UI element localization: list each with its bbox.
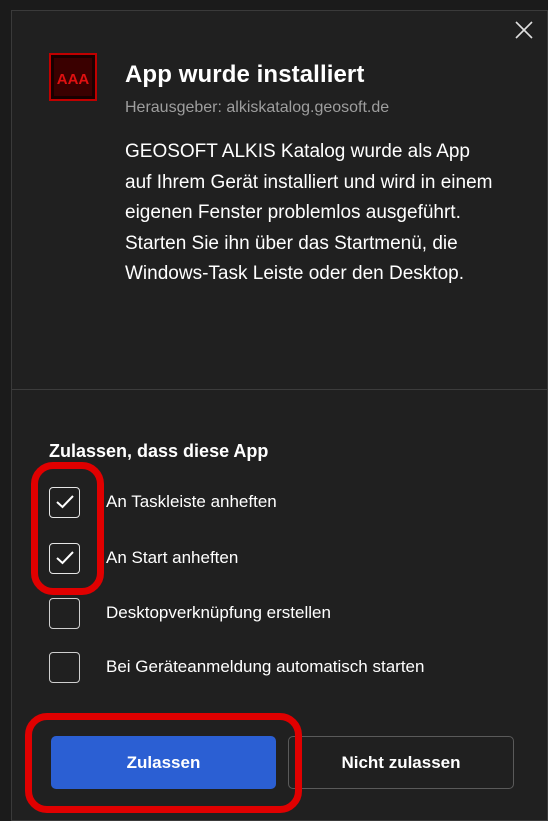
pin-start-checkbox[interactable] bbox=[49, 542, 80, 574]
auto-start-checkbox[interactable] bbox=[49, 651, 80, 683]
checkmark-icon bbox=[55, 551, 74, 565]
option-desktop-shortcut[interactable]: Desktopverknüpfung erstellen bbox=[49, 596, 331, 630]
deny-button[interactable]: Nicht zulassen bbox=[288, 736, 514, 789]
install-description: GEOSOFT ALKIS Katalog wurde als App auf … bbox=[125, 141, 493, 284]
checkmark-icon bbox=[55, 495, 74, 509]
pin-taskbar-label: An Taskleiste anheften bbox=[106, 492, 277, 511]
close-button[interactable] bbox=[513, 19, 535, 41]
auto-start-label: Bei Geräteanmeldung automatisch starten bbox=[106, 657, 425, 676]
dialog-title: App wurde installiert bbox=[125, 61, 365, 88]
install-dialog: AAA App wurde installiert Herausgeber: a… bbox=[11, 10, 548, 821]
pin-taskbar-checkbox[interactable] bbox=[49, 486, 80, 518]
permissions-heading: Zulassen, dass diese App bbox=[49, 441, 269, 461]
desktop-shortcut-checkbox[interactable] bbox=[49, 597, 80, 629]
allow-button[interactable]: Zulassen bbox=[51, 736, 276, 789]
divider bbox=[12, 389, 547, 390]
publisher-text: Herausgeber: alkiskatalog.geosoft.de bbox=[125, 99, 390, 116]
option-pin-start[interactable]: An Start anheften bbox=[49, 541, 238, 575]
pin-start-label: An Start anheften bbox=[106, 548, 239, 567]
app-icon-text: AAA bbox=[57, 71, 90, 88]
option-pin-taskbar[interactable]: An Taskleiste anheften bbox=[49, 485, 277, 519]
option-auto-start[interactable]: Bei Geräteanmeldung automatisch starten bbox=[49, 650, 424, 684]
app-icon: AAA bbox=[49, 53, 97, 101]
desktop-shortcut-label: Desktopverknüpfung erstellen bbox=[106, 603, 331, 622]
close-icon bbox=[515, 21, 533, 39]
